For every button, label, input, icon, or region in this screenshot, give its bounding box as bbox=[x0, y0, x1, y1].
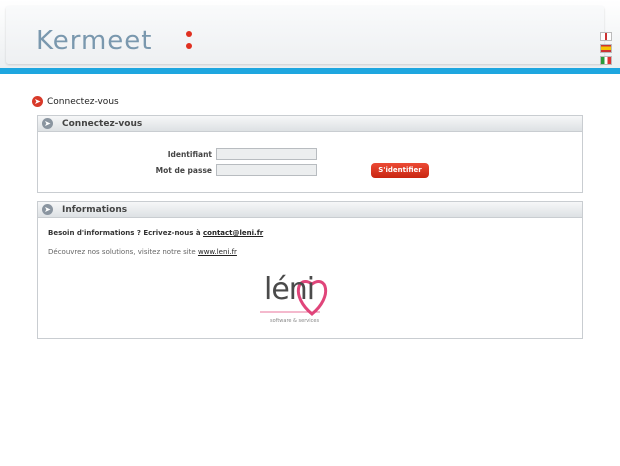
contact-email-link[interactable]: contact@leni.fr bbox=[203, 229, 263, 237]
contact-text: Besoin d'informations ? Ecrivez-nous à bbox=[48, 229, 203, 237]
username-input[interactable] bbox=[216, 148, 317, 160]
info-panel: ➤ Informations Besoin d'informations ? E… bbox=[37, 201, 583, 339]
arrow-right-icon: ➤ bbox=[42, 204, 53, 215]
password-row: Mot de passe bbox=[132, 164, 317, 176]
website-link[interactable]: www.leni.fr bbox=[198, 248, 237, 256]
leni-logo-text: léni bbox=[264, 272, 315, 307]
language-flags bbox=[600, 32, 612, 68]
contact-line: Besoin d'informations ? Ecrivez-nous à c… bbox=[48, 229, 263, 237]
website-line: Découvrez nos solutions, visitez notre s… bbox=[48, 248, 237, 256]
logo-colon-icon bbox=[186, 31, 192, 53]
username-label: Identifiant bbox=[167, 149, 212, 159]
breadcrumb-label: Connectez-vous bbox=[47, 96, 119, 107]
en-flag-icon[interactable] bbox=[600, 32, 612, 41]
arrow-right-icon: ➤ bbox=[32, 96, 43, 107]
es-flag-icon[interactable] bbox=[600, 44, 612, 53]
info-panel-header: ➤ Informations bbox=[38, 202, 582, 218]
info-panel-title: Informations bbox=[62, 204, 128, 215]
accent-bar bbox=[0, 68, 620, 74]
login-panel-title: Connectez-vous bbox=[62, 118, 143, 129]
header: Kermeet bbox=[0, 0, 620, 68]
username-row: Identifiant bbox=[132, 148, 317, 160]
website-text: Découvrez nos solutions, visitez notre s… bbox=[48, 248, 198, 256]
it-flag-icon[interactable] bbox=[600, 56, 612, 65]
login-button[interactable]: S'identifier bbox=[371, 163, 429, 178]
login-panel: ➤ Connectez-vous Identifiant Mot de pass… bbox=[37, 115, 583, 193]
kermeet-logo: Kermeet bbox=[36, 26, 153, 56]
leni-logo-subtitle: software & services bbox=[270, 318, 320, 324]
leni-logo: léni software & services bbox=[260, 266, 340, 326]
password-input[interactable] bbox=[216, 164, 317, 176]
login-panel-header: ➤ Connectez-vous bbox=[38, 116, 582, 132]
arrow-right-icon: ➤ bbox=[42, 118, 53, 129]
header-banner: Kermeet bbox=[6, 6, 612, 65]
password-label: Mot de passe bbox=[155, 165, 212, 175]
breadcrumb: ➤ Connectez-vous bbox=[32, 96, 119, 107]
